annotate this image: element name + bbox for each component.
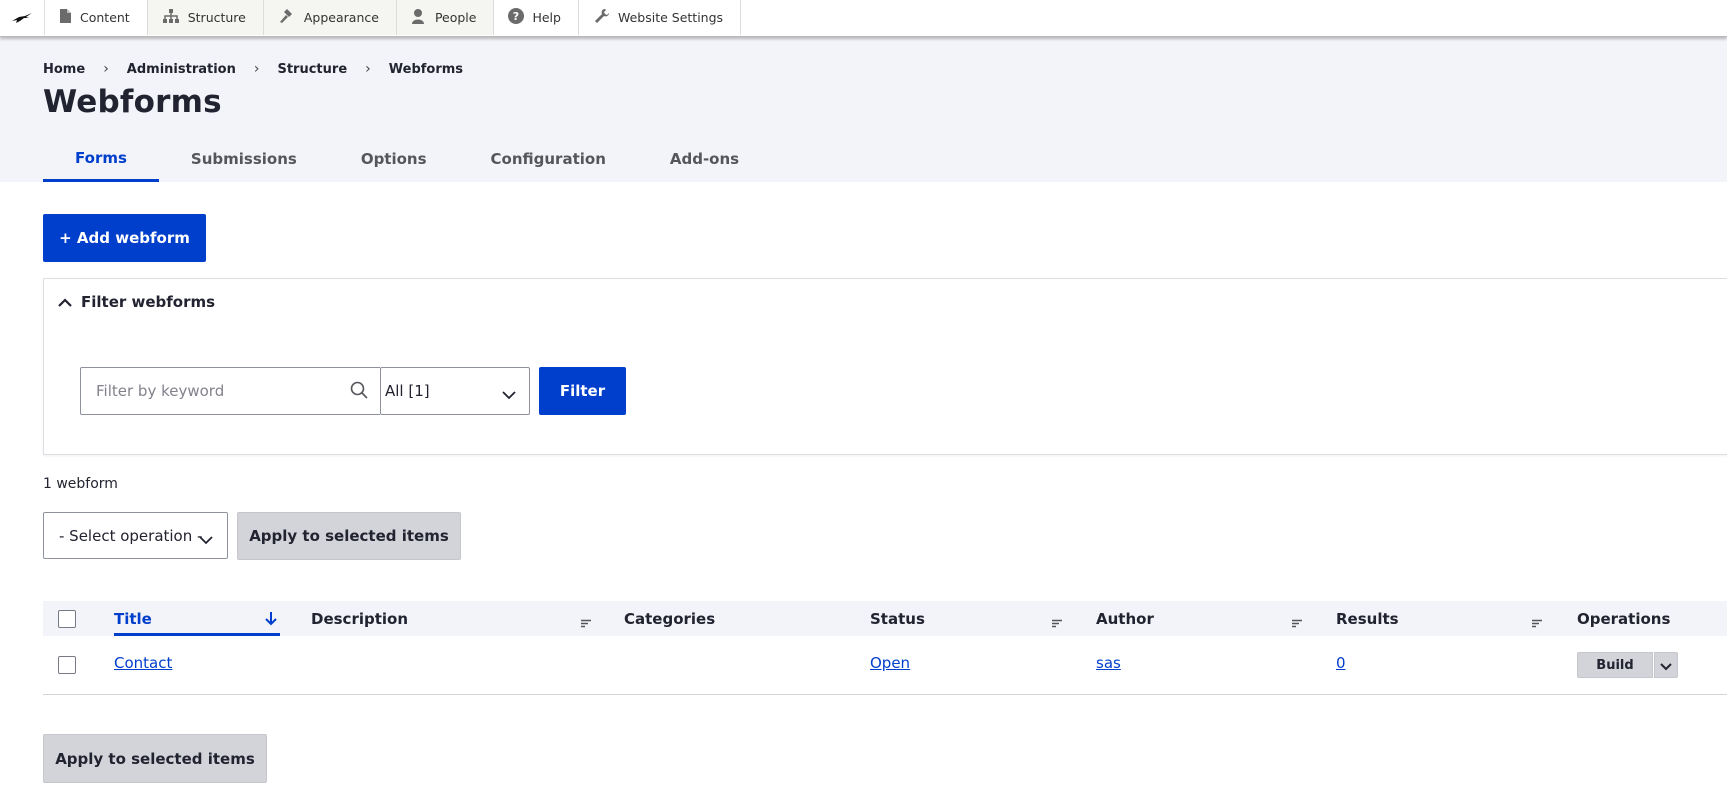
category-select-value: All [1] [385, 382, 430, 400]
breadcrumb-separator: › [365, 61, 371, 77]
help-icon: ? [508, 8, 525, 27]
tab-forms[interactable]: Forms [43, 136, 159, 182]
arrow-down-icon [265, 611, 277, 630]
column-author[interactable]: Author [1096, 601, 1154, 636]
column-operations: Operations [1577, 601, 1670, 636]
structure-icon [162, 8, 180, 27]
column-title-label: Title [114, 609, 152, 628]
toolbar-item-website-settings[interactable]: Website Settings [578, 0, 742, 35]
column-status-label: Status [870, 609, 925, 628]
filter-summary-label: Filter webforms [81, 293, 216, 311]
tab-add-ons[interactable]: Add-ons [638, 136, 771, 182]
breadcrumb-separator: › [253, 61, 260, 77]
bulk-operation-select[interactable]: - Select operation - [43, 512, 228, 559]
breadcrumb-structure[interactable]: Structure [277, 62, 347, 77]
toolbar-item-help[interactable]: ? Help [494, 0, 579, 35]
page-title: Webforms [43, 84, 222, 120]
appearance-icon [278, 8, 296, 27]
webform-title-link[interactable]: Contact [114, 654, 172, 672]
apply-selected-bottom-button[interactable]: Apply to selected items [43, 734, 267, 783]
result-count: 1 webform [43, 476, 118, 492]
chevron-down-icon [199, 531, 213, 549]
wrench-icon [593, 8, 610, 27]
column-categories: Categories [624, 601, 715, 636]
drupal-logo-icon[interactable] [0, 0, 45, 35]
table-row: Contact Open sas 0 Build [43, 636, 1727, 695]
toolbar-item-label: Appearance [303, 10, 379, 25]
toolbar-item-label: Help [532, 10, 561, 25]
svg-text:?: ? [513, 10, 519, 23]
cell-author: sas [1096, 654, 1121, 672]
column-results-label: Results [1336, 609, 1399, 628]
chevron-down-icon [1660, 656, 1672, 675]
author-link[interactable]: sas [1096, 654, 1121, 672]
search-icon [350, 381, 368, 403]
bulk-operation-value: - Select operation - [59, 526, 203, 545]
content-icon [59, 8, 72, 27]
toolbar-item-people[interactable]: People [396, 0, 495, 35]
chevron-down-icon [502, 386, 516, 404]
breadcrumb-separator: › [103, 61, 109, 77]
filter-toggle[interactable]: Filter webforms [58, 293, 215, 311]
primary-tabs: Forms Submissions Options Configuration … [43, 136, 771, 182]
toolbar-item-label: Website Settings [617, 10, 724, 25]
sort-icon[interactable] [1291, 613, 1303, 632]
breadcrumb-home[interactable]: Home [43, 62, 85, 77]
filter-panel: Filter webforms All [1] Filter [43, 278, 1727, 455]
breadcrumb-webforms[interactable]: Webforms [389, 62, 463, 77]
results-link[interactable]: 0 [1336, 654, 1346, 672]
status-link[interactable]: Open [870, 654, 910, 672]
cell-results: 0 [1336, 654, 1346, 672]
operations-toggle[interactable] [1654, 652, 1678, 678]
operations-dropbutton: Build [1577, 652, 1678, 678]
build-button[interactable]: Build [1577, 652, 1653, 678]
tab-configuration[interactable]: Configuration [459, 136, 638, 182]
toolbar-item-appearance[interactable]: Appearance [263, 0, 397, 35]
chevron-up-icon [58, 293, 72, 311]
sort-icon[interactable] [580, 613, 592, 632]
column-categories-label: Categories [624, 609, 716, 628]
sort-icon[interactable] [1051, 613, 1063, 632]
category-select[interactable]: All [1] [380, 367, 530, 415]
column-status[interactable]: Status [870, 601, 925, 636]
column-results[interactable]: Results [1336, 601, 1399, 636]
column-operations-label: Operations [1577, 609, 1671, 628]
table-header: Title Description Categories Status Auth… [43, 601, 1727, 637]
toolbar-item-label: Content [80, 10, 130, 25]
add-webform-button[interactable]: + Add webform [43, 214, 206, 262]
people-icon [411, 8, 427, 27]
tab-submissions[interactable]: Submissions [159, 136, 329, 182]
toolbar-item-structure[interactable]: Structure [147, 0, 264, 35]
toolbar-item-content[interactable]: Content [45, 0, 148, 35]
filter-button[interactable]: Filter [539, 367, 626, 415]
keyword-field [80, 367, 380, 415]
column-description-label: Description [311, 609, 409, 628]
select-all-checkbox[interactable] [58, 610, 76, 628]
page-header: Home › Administration › Structure › Webf… [0, 36, 1727, 182]
apply-selected-button[interactable]: Apply to selected items [237, 512, 461, 560]
row-checkbox[interactable] [58, 656, 76, 674]
column-title[interactable]: Title [114, 601, 152, 636]
keyword-input[interactable] [81, 369, 336, 413]
column-author-label: Author [1096, 609, 1154, 628]
sort-icon[interactable] [1531, 613, 1543, 632]
breadcrumb-administration[interactable]: Administration [127, 62, 236, 77]
admin-toolbar: Content Structure Appearance People ? He… [0, 0, 1727, 37]
tab-options[interactable]: Options [329, 136, 459, 182]
breadcrumb: Home › Administration › Structure › Webf… [43, 61, 463, 77]
cell-status: Open [870, 654, 910, 672]
toolbar-item-label: Structure [187, 10, 246, 25]
column-description[interactable]: Description [311, 601, 408, 636]
toolbar-item-label: People [434, 10, 477, 25]
cell-title: Contact [114, 654, 172, 672]
